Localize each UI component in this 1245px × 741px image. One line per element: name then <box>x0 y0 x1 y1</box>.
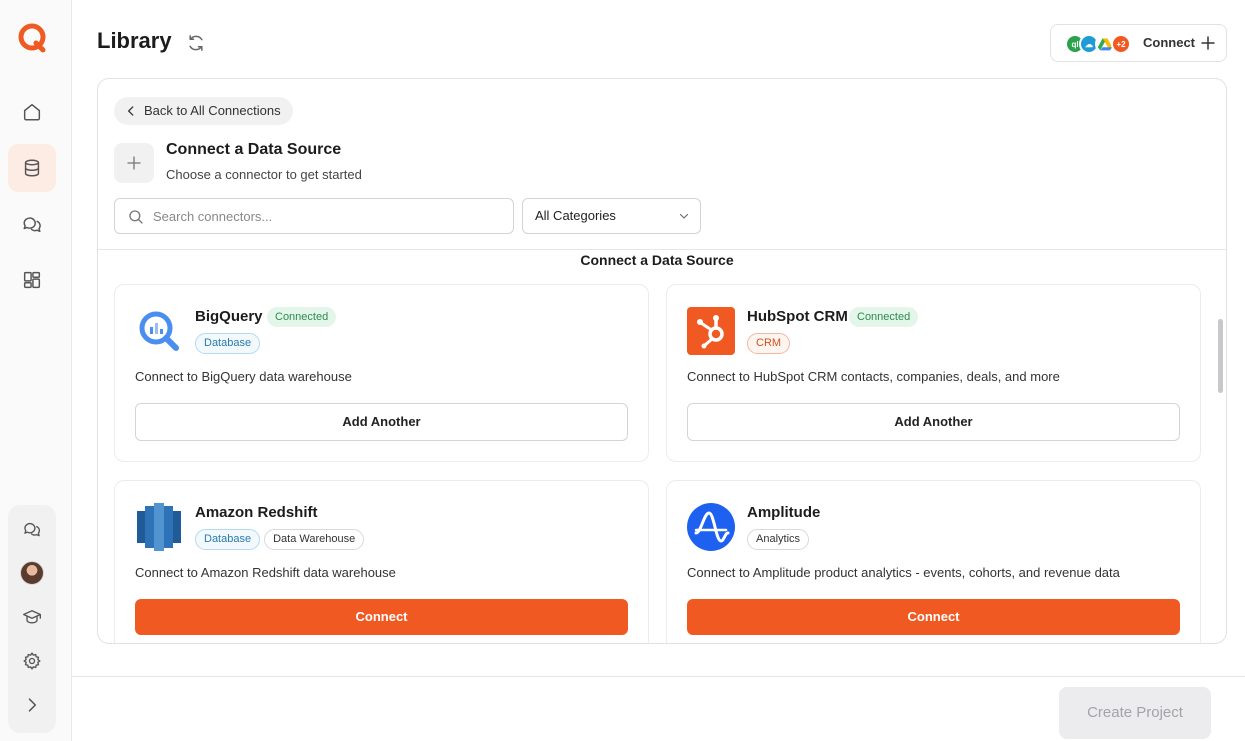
hubspot-logo-icon <box>687 307 735 355</box>
dashboard-icon <box>23 271 41 289</box>
connect-button[interactable]: Connect <box>687 599 1180 635</box>
connect-label: Connect <box>1143 35 1195 50</box>
tag: Data Warehouse <box>264 529 365 550</box>
learn-button[interactable] <box>20 605 44 629</box>
plus-icon <box>1201 36 1215 50</box>
connector-description: Connect to Amplitude product analytics -… <box>687 565 1120 580</box>
connect-source-panel: Back to All Connections Connect a Data S… <box>97 78 1227 644</box>
sidebar-item-chats[interactable] <box>8 200 56 248</box>
footer-divider <box>72 676 1245 677</box>
connect-integrations-button[interactable]: ql ☁ +2 Connect <box>1050 24 1227 62</box>
avatar[interactable] <box>20 561 44 585</box>
search-icon <box>129 210 143 224</box>
connector-card-redshift: Amazon Redshift Database Data Warehouse … <box>114 480 649 643</box>
tag: Database <box>195 529 261 550</box>
tag: CRM <box>747 333 791 354</box>
connector-card-bigquery: BigQuery Connected Database Connect to B… <box>114 284 649 462</box>
page-title: Library <box>97 28 172 53</box>
plus-icon <box>127 156 141 170</box>
connector-name: Amazon Redshift <box>195 504 318 521</box>
connect-button[interactable]: Connect <box>135 599 628 635</box>
gear-icon <box>23 652 41 670</box>
panel-title: Connect a Data Source <box>166 141 342 158</box>
connector-name: HubSpot CRM <box>747 308 848 325</box>
support-chat-icon <box>24 523 40 537</box>
connector-card-hubspot: HubSpot CRM Connected CRM Connect to Hub… <box>666 284 1201 462</box>
graduation-cap-icon <box>23 610 41 624</box>
chevron-right-icon <box>28 698 37 712</box>
status-badge: Connected <box>849 307 919 327</box>
connector-description: Connect to Amazon Redshift data warehous… <box>135 565 396 580</box>
chevron-down-icon <box>679 213 689 219</box>
redshift-logo-icon <box>135 503 183 551</box>
panel-subtitle: Choose a connector to get started <box>166 167 362 182</box>
back-to-connections-button[interactable]: Back to All Connections <box>114 97 293 125</box>
bigquery-logo-icon <box>135 307 183 355</box>
settings-button[interactable] <box>20 649 44 673</box>
add-another-button[interactable]: Add Another <box>687 403 1180 441</box>
section-title: Connect a Data Source <box>580 252 734 268</box>
chat-icon <box>23 217 41 233</box>
back-label: Back to All Connections <box>144 103 281 118</box>
connector-description: Connect to BigQuery data warehouse <box>135 369 352 384</box>
category-selected-value: All Categories <box>535 208 616 223</box>
refresh-icon[interactable] <box>186 33 206 53</box>
amplitude-logo-icon <box>687 503 735 551</box>
database-icon <box>24 159 40 177</box>
support-chat-button[interactable] <box>20 517 44 541</box>
search-box <box>114 198 514 234</box>
tag-list: Database <box>195 333 261 354</box>
connector-description: Connect to HubSpot CRM contacts, compani… <box>687 369 1060 384</box>
tag-list: CRM <box>747 333 791 354</box>
app-logo-icon[interactable] <box>16 22 48 54</box>
search-input[interactable] <box>153 199 503 233</box>
connected-logos: ql ☁ +2 <box>1065 34 1137 54</box>
sidebar-item-dashboards[interactable] <box>8 256 56 304</box>
tag: Database <box>195 333 261 354</box>
category-select[interactable]: All Categories <box>522 198 701 234</box>
connector-card-amplitude: Amplitude Analytics Connect to Amplitude… <box>666 480 1201 643</box>
scrollbar[interactable] <box>1218 319 1223 393</box>
sidebar <box>0 0 72 741</box>
home-icon <box>23 103 41 121</box>
sidebar-item-home[interactable] <box>8 88 56 136</box>
tag-list: Database Data Warehouse <box>195 529 365 550</box>
status-badge: Connected <box>267 307 337 327</box>
add-another-button[interactable]: Add Another <box>135 403 628 441</box>
sidebar-bottom-group <box>8 505 56 733</box>
divider <box>98 249 1226 250</box>
more-count-badge: +2 <box>1111 34 1131 54</box>
tag-list: Analytics <box>747 529 810 550</box>
expand-sidebar-button[interactable] <box>20 693 44 717</box>
sidebar-item-library[interactable] <box>8 144 56 192</box>
app-window: Library ql ☁ +2 Connect Back to All Conn… <box>0 0 1245 741</box>
connector-name: Amplitude <box>747 504 821 521</box>
add-source-tile <box>114 143 154 183</box>
create-project-button[interactable]: Create Project <box>1059 687 1211 739</box>
tag: Analytics <box>747 529 810 550</box>
connector-name: BigQuery <box>195 308 263 325</box>
chevron-left-icon <box>128 106 134 116</box>
